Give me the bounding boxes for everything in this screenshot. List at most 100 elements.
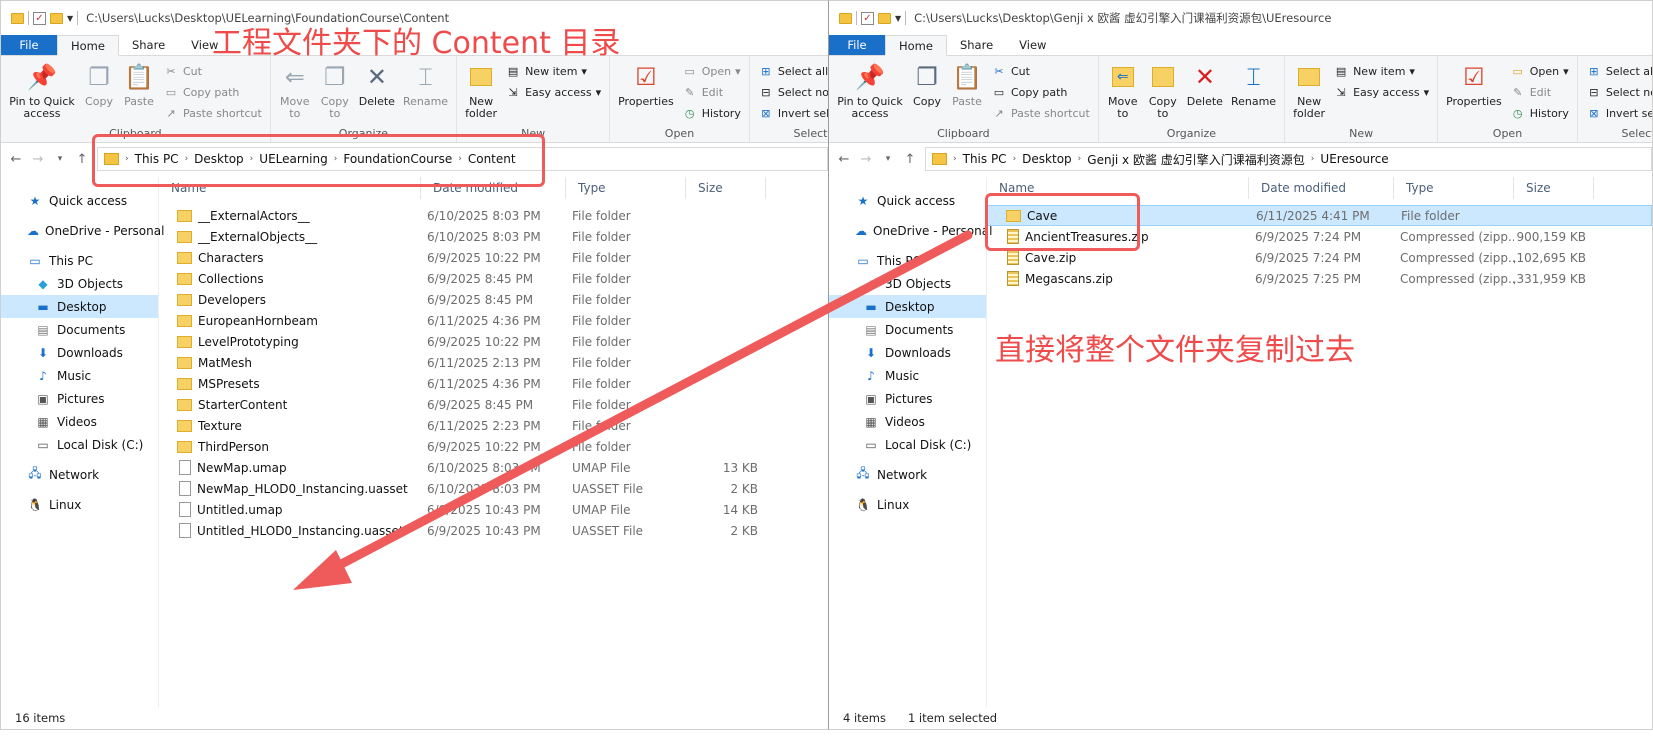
properties-check-icon[interactable]: ✓ bbox=[861, 11, 874, 25]
nav-videos[interactable]: ▦ Videos bbox=[1, 410, 158, 433]
select-none-button[interactable]: ⊟Select none bbox=[758, 83, 828, 101]
tab-file[interactable]: File bbox=[829, 35, 885, 55]
open-button[interactable]: ▭ Open ▾ bbox=[1510, 62, 1569, 80]
customize-toolbar-icon[interactable]: ▼ bbox=[67, 14, 73, 23]
nav-pictures[interactable]: ▣ Pictures bbox=[829, 387, 986, 410]
table-row[interactable]: NewMap_HLOD0_Instancing.uasset 6/10/2025 … bbox=[159, 478, 828, 499]
nav-desktop[interactable]: ▬ Desktop bbox=[829, 295, 986, 318]
rename-button[interactable]: ⌶ Rename bbox=[1227, 60, 1280, 126]
nav-downloads[interactable]: ⬇ Downloads bbox=[829, 341, 986, 364]
nav-local-disk[interactable]: ▭ Local Disk (C:) bbox=[829, 433, 986, 456]
breadcrumb-resource-pack[interactable]: Genji x 欧酱 虚幻引擎入门课福利资源包 bbox=[1087, 151, 1305, 168]
paste-shortcut-button[interactable]: ↗ Paste shortcut bbox=[163, 104, 261, 122]
address-bar[interactable]: › This PC › Desktop › Genji x 欧酱 虚幻引擎入门课… bbox=[925, 147, 1652, 171]
table-row[interactable]: Untitled.umap 6/9/2025 10:43 PM UMAP File 1… bbox=[159, 499, 828, 520]
recent-locations-chevron-icon[interactable]: ▾ bbox=[881, 154, 895, 164]
copy-path-button[interactable]: ▭ Copy path bbox=[991, 83, 1090, 101]
table-row[interactable]: Megascans.zip 6/9/2025 7:25 PM Compressed … bbox=[987, 268, 1652, 289]
new-folder-icon[interactable] bbox=[50, 12, 63, 24]
table-row[interactable]: Untitled_HLOD0_Instancing.uasset 6/9/2025… bbox=[159, 520, 828, 541]
column-date-modified[interactable]: Date modified bbox=[1249, 177, 1394, 199]
invert-selection-button[interactable]: ⊠Invert selection bbox=[758, 104, 828, 122]
nav-desktop[interactable]: ▬ Desktop bbox=[1, 295, 158, 318]
new-folder-icon[interactable] bbox=[878, 12, 891, 24]
nav-onedrive[interactable]: ☁ OneDrive - Personal bbox=[1, 219, 164, 242]
invert-selection-button[interactable]: ⊠Invert selection bbox=[1586, 104, 1652, 122]
paste-button[interactable]: 📋 Paste bbox=[119, 60, 159, 126]
move-to-button[interactable]: ⇐ Move to bbox=[1103, 60, 1143, 126]
table-row[interactable]: ThirdPerson 6/9/2025 10:22 PM File folder bbox=[159, 436, 828, 457]
up-arrow-icon[interactable]: ↑ bbox=[903, 152, 917, 167]
table-row[interactable]: NewMap.umap 6/10/2025 8:03 PM UMAP File 13 … bbox=[159, 457, 828, 478]
nav-linux[interactable]: 🐧 Linux bbox=[1, 493, 158, 516]
tab-share[interactable]: Share bbox=[947, 35, 1006, 55]
tab-view[interactable]: View bbox=[1006, 35, 1059, 55]
tab-file[interactable]: File bbox=[1, 35, 57, 55]
nav-3d-objects[interactable]: ◆ 3D Objects bbox=[1, 272, 158, 295]
table-row[interactable]: MSPresets 6/11/2025 4:36 PM File folder bbox=[159, 373, 828, 394]
easy-access-button[interactable]: ⇲ Easy access ▾ bbox=[1333, 83, 1429, 101]
tab-home[interactable]: Home bbox=[885, 35, 947, 56]
nav-local-disk[interactable]: ▭ Local Disk (C:) bbox=[1, 433, 158, 456]
cut-button[interactable]: ✂ Cut bbox=[991, 62, 1090, 80]
nav-music[interactable]: ♪ Music bbox=[1, 364, 158, 387]
recent-locations-chevron-icon[interactable]: ▾ bbox=[53, 154, 67, 164]
open-button[interactable]: ▭ Open ▾ bbox=[682, 62, 741, 80]
select-none-button[interactable]: ⊟Select none bbox=[1586, 83, 1652, 101]
edit-button[interactable]: ✎ Edit bbox=[1510, 83, 1569, 101]
history-button[interactable]: ◷ History bbox=[1510, 104, 1569, 122]
breadcrumb-ueresource[interactable]: UEresource bbox=[1320, 152, 1388, 166]
breadcrumb-this-pc[interactable]: This PC bbox=[963, 152, 1007, 166]
properties-button[interactable]: ☑ Properties bbox=[614, 60, 678, 126]
nav-documents[interactable]: ▤ Documents bbox=[829, 318, 986, 341]
properties-check-icon[interactable]: ✓ bbox=[33, 11, 46, 25]
nav-network[interactable]: 🖧 Network bbox=[1, 463, 158, 486]
table-row[interactable]: Developers 6/9/2025 8:45 PM File folder bbox=[159, 289, 828, 310]
paste-shortcut-button[interactable]: ↗ Paste shortcut bbox=[991, 104, 1089, 122]
column-type[interactable]: Type bbox=[1394, 177, 1514, 199]
nav-quick-access[interactable]: ★ Quick access bbox=[1, 189, 158, 212]
column-size[interactable]: Size bbox=[686, 177, 766, 199]
column-type[interactable]: Type bbox=[566, 177, 686, 199]
copy-button[interactable]: ❐ Copy bbox=[907, 60, 947, 126]
cut-button[interactable]: ✂ Cut bbox=[163, 62, 262, 80]
table-row[interactable]: LevelPrototyping 6/9/2025 10:22 PM File fo… bbox=[159, 331, 828, 352]
nav-pictures[interactable]: ▣ Pictures bbox=[1, 387, 158, 410]
move-to-button[interactable]: ⇐ Move to bbox=[275, 60, 315, 126]
forward-arrow-icon[interactable]: → bbox=[859, 152, 873, 167]
properties-button[interactable]: ☑ Properties bbox=[1442, 60, 1506, 126]
table-row[interactable]: EuropeanHornbeam 6/11/2025 4:36 PM File fo… bbox=[159, 310, 828, 331]
nav-3d-objects[interactable]: ◆ 3D Objects bbox=[829, 272, 986, 295]
forward-arrow-icon[interactable]: → bbox=[31, 152, 45, 167]
pin-quick-access-button[interactable]: 📌 Pin to Quick access bbox=[5, 60, 79, 126]
nav-documents[interactable]: ▤ Documents bbox=[1, 318, 158, 341]
tab-home[interactable]: Home bbox=[57, 35, 119, 56]
nav-downloads[interactable]: ⬇ Downloads bbox=[1, 341, 158, 364]
customize-toolbar-icon[interactable]: ▼ bbox=[895, 14, 901, 23]
select-all-button[interactable]: ⊞ Select all bbox=[758, 62, 828, 80]
nav-linux[interactable]: 🐧 Linux bbox=[829, 493, 986, 516]
new-item-button[interactable]: ▤ New item ▾ bbox=[505, 62, 601, 80]
new-folder-button[interactable]: New folder bbox=[1289, 60, 1329, 126]
nav-this-pc[interactable]: ▭ This PC bbox=[1, 249, 158, 272]
column-size[interactable]: Size bbox=[1514, 177, 1594, 199]
nav-music[interactable]: ♪ Music bbox=[829, 364, 986, 387]
table-row[interactable]: Texture 6/11/2025 2:23 PM File folder bbox=[159, 415, 828, 436]
easy-access-button[interactable]: ⇲ Easy access ▾ bbox=[505, 83, 601, 101]
back-arrow-icon[interactable]: ← bbox=[9, 152, 23, 167]
nav-videos[interactable]: ▦ Videos bbox=[829, 410, 986, 433]
copy-button[interactable]: ❐ Copy bbox=[79, 60, 119, 126]
table-row[interactable]: Collections 6/9/2025 8:45 PM File folder bbox=[159, 268, 828, 289]
history-button[interactable]: ◷ History bbox=[682, 104, 741, 122]
new-item-button[interactable]: ▤ New item ▾ bbox=[1333, 62, 1429, 80]
new-folder-button[interactable]: New folder bbox=[461, 60, 501, 126]
delete-button[interactable]: ✕ Delete bbox=[355, 60, 399, 126]
select-all-button[interactable]: ⊞ Select all bbox=[1586, 62, 1652, 80]
nav-this-pc[interactable]: ▭ This PC bbox=[829, 249, 986, 272]
nav-onedrive[interactable]: ☁ OneDrive - Personal bbox=[829, 219, 992, 242]
copy-to-button[interactable]: ❐ Copy to bbox=[315, 60, 355, 126]
paste-button[interactable]: 📋 Paste bbox=[947, 60, 987, 126]
up-arrow-icon[interactable]: ↑ bbox=[75, 152, 89, 167]
table-row[interactable]: __ExternalActors__ 6/10/2025 8:03 PM File … bbox=[159, 205, 828, 226]
rename-button[interactable]: ⌶ Rename bbox=[399, 60, 452, 126]
